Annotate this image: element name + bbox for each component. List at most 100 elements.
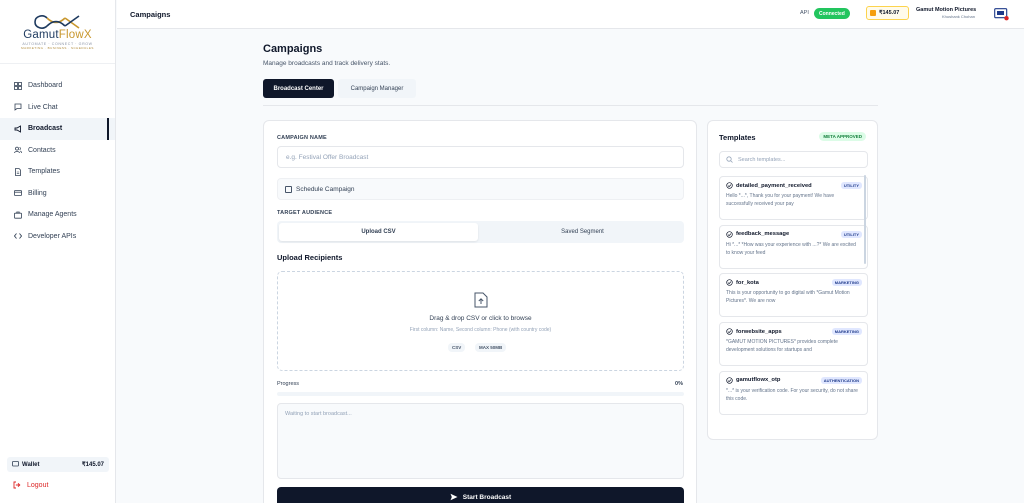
template-body: Hi *...* *How was your experience with .… <box>726 241 856 256</box>
sidebar-item-label: Dashboard <box>28 82 63 90</box>
dashboard-icon <box>13 81 22 90</box>
check-circle-icon <box>726 182 733 189</box>
sidebar-item-developer-apis[interactable]: Developer APIs <box>0 226 115 248</box>
upload-recipients-title: Upload Recipients <box>277 253 343 262</box>
template-item[interactable]: forwebsite_apps MARKETING *GAMUT MOTION … <box>719 322 868 367</box>
templates-panel: Templates META APPROVED Search templates… <box>707 120 878 440</box>
template-category: MARKETING <box>831 279 862 287</box>
sidebar-item-broadcast[interactable]: Broadcast <box>0 118 115 140</box>
wallet-label: Wallet <box>22 461 40 468</box>
chat-icon <box>13 103 22 112</box>
progress-value: 0% <box>675 381 683 387</box>
tab-broadcast-center[interactable]: Broadcast Center <box>263 79 334 98</box>
template-list-scrollbar[interactable] <box>864 175 866 264</box>
template-search-placeholder: Search templates... <box>738 156 786 163</box>
start-broadcast-label: Start Broadcast <box>462 493 512 501</box>
campaign-name-input[interactable]: e.g. Festival Offer Broadcast <box>277 146 684 168</box>
sidebar: GamutFlowX AUTOMATE · CONNECT · GROW MAR… <box>0 0 116 503</box>
org-avatar-icon[interactable] <box>994 8 1009 26</box>
template-category: UTILITY <box>840 230 862 238</box>
sidebar-item-label: Manage Agents <box>28 211 77 219</box>
topbar: Campaigns API Connected ₹145.07 Gamut Mo… <box>117 0 1024 29</box>
org-name: Gamut Motion Pictures <box>916 7 977 13</box>
sidebar-item-label: Contacts <box>28 146 56 154</box>
logout-icon <box>13 481 21 489</box>
sidebar-item-dashboard[interactable]: Dashboard <box>0 75 115 97</box>
check-circle-icon <box>726 231 733 238</box>
sidebar-nav: Dashboard Live Chat Broadcast Contacts T… <box>0 75 115 247</box>
audience-upload-csv[interactable]: Upload CSV <box>279 223 478 241</box>
sidebar-item-label: Live Chat <box>28 103 58 111</box>
api-status-badge: Connected <box>814 8 850 19</box>
brand-name-accent: FlowX <box>58 29 92 41</box>
wallet-amount: ₹145.07 <box>81 462 104 468</box>
chip-csv: CSV <box>448 343 466 352</box>
csv-dropzone[interactable]: Drag & drop CSV or click to browse First… <box>277 271 684 371</box>
org-user: Khushank Chohan <box>942 14 975 19</box>
template-item[interactable]: detailed_payment_received UTILITY Hello … <box>719 176 868 220</box>
schedule-campaign-toggle[interactable]: Schedule Campaign <box>277 178 684 200</box>
header-divider <box>263 105 878 106</box>
sidebar-item-templates[interactable]: Templates <box>0 161 115 183</box>
search-icon <box>726 156 733 163</box>
campaign-name-placeholder: e.g. Festival Offer Broadcast <box>286 153 369 161</box>
wallet-summary[interactable]: Wallet ₹145.07 <box>7 457 109 472</box>
file-icon <box>13 167 22 176</box>
megaphone-icon <box>13 124 22 133</box>
template-item[interactable]: for_kota MARKETING This is your opportun… <box>719 273 868 318</box>
file-upload-icon <box>474 292 488 313</box>
sidebar-item-label: Broadcast <box>28 125 63 133</box>
check-circle-icon <box>726 279 733 287</box>
dropzone-hint: First column: Name, Second column: Phone… <box>409 327 552 333</box>
meta-approved-badge: META APPROVED <box>819 132 866 141</box>
template-name: detailed_payment_received <box>736 182 812 189</box>
template-search-input[interactable]: Search templates... <box>719 151 868 168</box>
sidebar-item-billing[interactable]: Billing <box>0 183 115 205</box>
template-body: *GAMUT MOTION PICTURES* provides complet… <box>726 339 838 354</box>
template-body: *...* is your verification code. For you… <box>726 387 858 402</box>
templates-title: Templates <box>719 133 756 142</box>
api-label: API <box>800 10 809 16</box>
template-category: MARKETING <box>831 328 862 336</box>
brand-logo[interactable]: GamutFlowX AUTOMATE · CONNECT · GROW MAR… <box>0 0 115 64</box>
template-list: detailed_payment_received UTILITY Hello … <box>719 176 868 426</box>
sidebar-item-contacts[interactable]: Contacts <box>0 140 115 162</box>
template-name: forwebsite_apps <box>736 328 782 335</box>
sidebar-item-label: Developer APIs <box>28 232 77 240</box>
template-body: This is your opportunity to go digital w… <box>726 290 850 305</box>
broadcast-log[interactable]: Waiting to start broadcast... <box>277 403 684 479</box>
tab-campaign-manager[interactable]: Campaign Manager <box>338 79 416 98</box>
broadcast-log-placeholder: Waiting to start broadcast... <box>285 411 352 417</box>
wallet-icon <box>12 460 19 469</box>
template-name: feedback_message <box>736 231 790 238</box>
sidebar-item-label: Templates <box>28 168 60 176</box>
template-name: for_kota <box>736 279 759 286</box>
progress-bar <box>277 392 684 396</box>
code-icon <box>13 232 22 241</box>
logout-button[interactable]: Logout <box>13 481 48 489</box>
balance-chip[interactable]: ₹145.07 <box>866 6 909 20</box>
sidebar-item-label: Billing <box>28 189 47 197</box>
check-circle-icon <box>726 377 733 384</box>
audience-selector: Upload CSV Saved Segment <box>277 221 684 243</box>
template-category: AUTHENTICATION <box>820 376 862 384</box>
wallet-coin-icon <box>870 10 876 16</box>
brand-name: Gamut <box>23 29 59 41</box>
template-body: Hello *...*, Thank you for your payment!… <box>726 193 835 207</box>
sidebar-item-manage-agents[interactable]: Manage Agents <box>0 204 115 226</box>
audience-saved-segment[interactable]: Saved Segment <box>483 223 682 241</box>
campaign-name-label: CAMPAIGN NAME <box>277 135 327 141</box>
sidebar-item-live-chat[interactable]: Live Chat <box>0 97 115 119</box>
check-circle-icon <box>726 328 733 335</box>
schedule-checkbox[interactable] <box>285 185 292 193</box>
chip-max-size: MAX 50MB <box>475 343 507 352</box>
template-item[interactable]: feedback_message UTILITY Hi *...* *How w… <box>719 224 868 269</box>
logout-label: Logout <box>27 481 49 489</box>
topbar-title: Campaigns <box>130 10 171 19</box>
card-icon <box>13 189 22 198</box>
progress-label: Progress <box>277 381 300 387</box>
start-broadcast-button[interactable]: Start Broadcast <box>277 487 684 503</box>
template-item[interactable]: gamutflowx_otp AUTHENTICATION *...* is y… <box>719 370 868 415</box>
send-icon <box>450 493 458 501</box>
briefcase-icon <box>13 210 22 219</box>
